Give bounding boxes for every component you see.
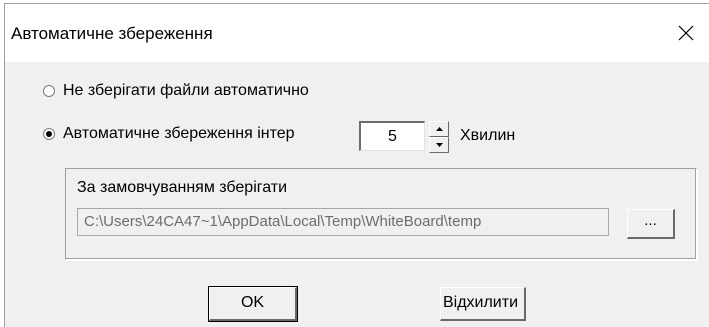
dialog-title: Автоматичне збереження	[11, 24, 213, 43]
interval-input[interactable]: 5	[359, 121, 425, 151]
cancel-button[interactable]: Відхилити	[440, 287, 526, 321]
interval-spinner[interactable]	[429, 121, 449, 153]
save-path-field[interactable]: C:\Users\24CA47~1\AppData\Local\Temp\Whi…	[77, 208, 609, 236]
autosave-interval-radio[interactable]	[43, 128, 55, 140]
autosave-dialog: Автоматичне збереження Не зберігати файл…	[4, 3, 709, 327]
no-autosave-option[interactable]: Не зберігати файли автоматично	[43, 82, 309, 100]
ok-button[interactable]: OK	[208, 286, 298, 322]
spin-down-button[interactable]	[429, 137, 449, 153]
no-autosave-label: Не зберігати файли автоматично	[63, 82, 309, 99]
close-button[interactable]	[663, 4, 709, 62]
spin-up-button[interactable]	[429, 121, 449, 137]
save-location-label: За замовчуванням зберігати	[77, 179, 288, 196]
interval-unit-label: Хвилин	[460, 127, 516, 144]
arrow-up-icon	[435, 127, 443, 131]
title-bar[interactable]: Автоматичне збереження	[5, 4, 709, 62]
browse-button[interactable]: ...	[627, 209, 675, 239]
autosave-interval-option[interactable]: Автоматичне збереження інтер	[43, 125, 295, 143]
autosave-interval-label: Автоматичне збереження інтер	[63, 125, 295, 142]
no-autosave-radio[interactable]	[43, 85, 55, 97]
arrow-down-icon	[435, 143, 443, 147]
close-icon	[678, 25, 694, 41]
